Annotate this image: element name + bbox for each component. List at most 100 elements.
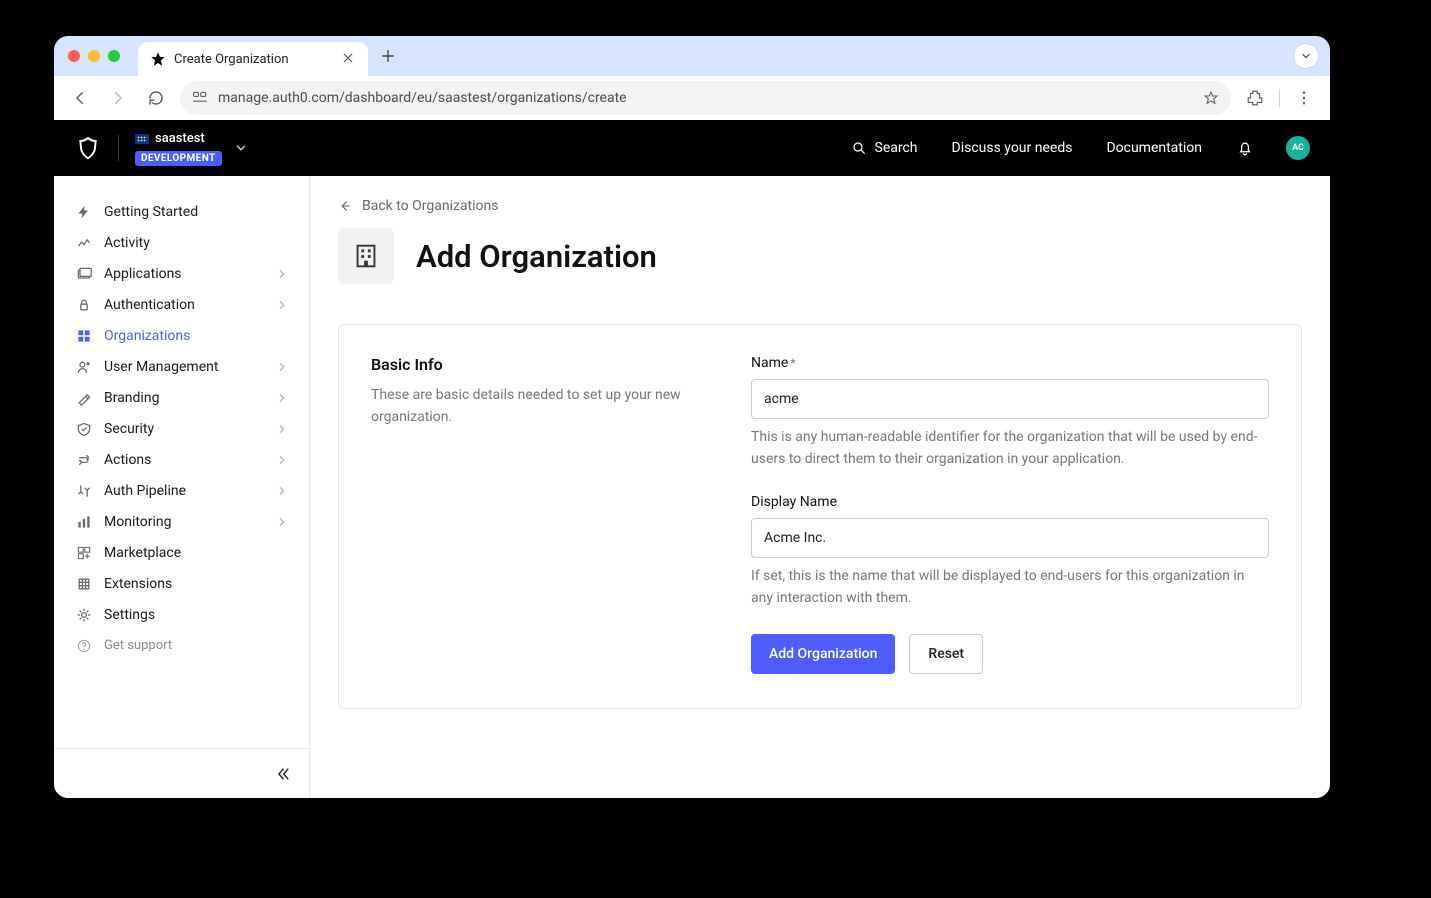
users-icon [76, 359, 92, 375]
browser-window: Create Organization manage.auth0.com/d [54, 36, 1330, 798]
address-bar[interactable]: manage.auth0.com/dashboard/eu/saastest/o… [180, 81, 1231, 115]
sidebar-item-organizations[interactable]: Organizations [64, 320, 299, 351]
reset-button[interactable]: Reset [909, 634, 983, 674]
add-organization-button[interactable]: Add Organization [751, 634, 895, 674]
monitoring-icon [76, 514, 92, 530]
avatar[interactable]: AC [1286, 136, 1310, 160]
new-tab-button[interactable] [374, 42, 402, 70]
bookmark-icon[interactable] [1203, 90, 1219, 106]
page-title: Add Organization [416, 238, 657, 275]
notifications-button[interactable] [1236, 139, 1254, 157]
chevron-right-icon [277, 486, 287, 496]
pipeline-icon [76, 483, 92, 499]
tenant-name: saastest [155, 131, 205, 146]
sidebar-item-authentication[interactable]: Authentication [64, 289, 299, 320]
search-button[interactable]: Search [851, 140, 918, 156]
basic-info-card: Basic Info These are basic details neede… [338, 324, 1302, 709]
nav-list: Getting Started Activity Applications Authe… [54, 176, 309, 748]
name-input[interactable] [751, 379, 1269, 419]
extensions-icon [76, 576, 92, 592]
section-title: Basic Info [371, 355, 711, 374]
app-header: saastest DEVELOPMENT Search Discuss your… [54, 120, 1330, 176]
chevron-right-icon [277, 393, 287, 403]
sidebar-item-marketplace[interactable]: Marketplace [64, 537, 299, 568]
documentation-link[interactable]: Documentation [1106, 140, 1202, 156]
app-body: Getting Started Activity Applications Authe… [54, 176, 1330, 798]
reload-button[interactable] [142, 84, 170, 112]
branding-icon [76, 390, 92, 406]
browser-tab[interactable]: Create Organization [138, 42, 368, 76]
env-badge: DEVELOPMENT [135, 151, 222, 166]
section-description: These are basic details needed to set up… [371, 384, 711, 429]
actions-icon [76, 452, 92, 468]
sidebar-item-user-management[interactable]: User Management [64, 351, 299, 382]
sidebar-item-label: Activity [104, 235, 150, 251]
display-name-help-text: If set, this is the name that will be di… [751, 566, 1269, 609]
sidebar-item-branding[interactable]: Branding [64, 382, 299, 413]
name-label: Name [751, 355, 788, 371]
window-controls [68, 50, 120, 62]
sidebar: Getting Started Activity Applications Authe… [54, 176, 310, 798]
chevron-right-icon [277, 517, 287, 527]
back-to-organizations-link[interactable]: Back to Organizations [338, 198, 498, 214]
sidebar-item-security[interactable]: Security [64, 413, 299, 444]
site-settings-icon[interactable] [192, 90, 208, 106]
applications-icon [76, 266, 92, 282]
sidebar-item-label: Security [104, 421, 154, 437]
minimize-window-button[interactable] [88, 50, 100, 62]
sidebar-item-label: User Management [104, 359, 218, 375]
sidebar-item-label: Authentication [104, 297, 195, 313]
lock-icon [76, 297, 92, 313]
browser-toolbar: manage.auth0.com/dashboard/eu/saastest/o… [54, 76, 1330, 120]
gear-icon [76, 607, 92, 623]
sidebar-item-label: Getting Started [104, 204, 198, 220]
main-content: Back to Organizations Add Organization B… [310, 176, 1330, 798]
help-icon [76, 638, 92, 654]
marketplace-icon [76, 545, 92, 561]
chevron-right-icon [277, 362, 287, 372]
sidebar-item-label: Get support [104, 638, 172, 653]
display-name-input[interactable] [751, 518, 1269, 558]
sidebar-item-label: Monitoring [104, 514, 172, 530]
browser-menu-button[interactable] [1290, 84, 1318, 112]
tenant-switcher[interactable]: saastest DEVELOPMENT [135, 131, 248, 165]
sidebar-item-activity[interactable]: Activity [64, 227, 299, 258]
close-window-button[interactable] [68, 50, 80, 62]
sidebar-item-getting-started[interactable]: Getting Started [64, 196, 299, 227]
organizations-icon [76, 328, 92, 344]
chevron-right-icon [277, 269, 287, 279]
sidebar-item-settings[interactable]: Settings [64, 599, 299, 630]
search-label: Search [875, 140, 918, 156]
tab-title: Create Organization [174, 52, 334, 67]
sidebar-item-auth-pipeline[interactable]: Auth Pipeline [64, 475, 299, 506]
chevron-right-icon [277, 424, 287, 434]
tabs-overflow-button[interactable] [1294, 44, 1318, 68]
sidebar-item-actions[interactable]: Actions [64, 444, 299, 475]
sidebar-item-applications[interactable]: Applications [64, 258, 299, 289]
organization-icon [338, 228, 394, 284]
toolbar-separator [1279, 89, 1280, 107]
back-button[interactable] [66, 84, 94, 112]
activity-icon [76, 235, 92, 251]
sidebar-item-label: Auth Pipeline [104, 483, 186, 499]
url-text: manage.auth0.com/dashboard/eu/saastest/o… [218, 90, 627, 106]
chevron-down-icon [234, 141, 248, 155]
name-help-text: This is any human-readable identifier fo… [751, 427, 1269, 470]
extensions-button[interactable] [1241, 84, 1269, 112]
bolt-icon [76, 204, 92, 220]
chevron-right-icon [277, 455, 287, 465]
forward-button[interactable] [104, 84, 132, 112]
auth0-logo-icon[interactable] [74, 134, 102, 162]
eu-flag-icon [135, 134, 149, 144]
sidebar-item-label: Organizations [104, 328, 190, 344]
maximize-window-button[interactable] [108, 50, 120, 62]
sidebar-item-monitoring[interactable]: Monitoring [64, 506, 299, 537]
get-support-link[interactable]: Get support [64, 630, 299, 661]
sidebar-item-label: Settings [104, 607, 155, 623]
discuss-link[interactable]: Discuss your needs [952, 140, 1073, 156]
sidebar-item-label: Extensions [104, 576, 172, 592]
collapse-sidebar-button[interactable] [54, 748, 309, 798]
shield-icon [76, 421, 92, 437]
sidebar-item-extensions[interactable]: Extensions [64, 568, 299, 599]
close-tab-icon[interactable] [342, 52, 356, 66]
